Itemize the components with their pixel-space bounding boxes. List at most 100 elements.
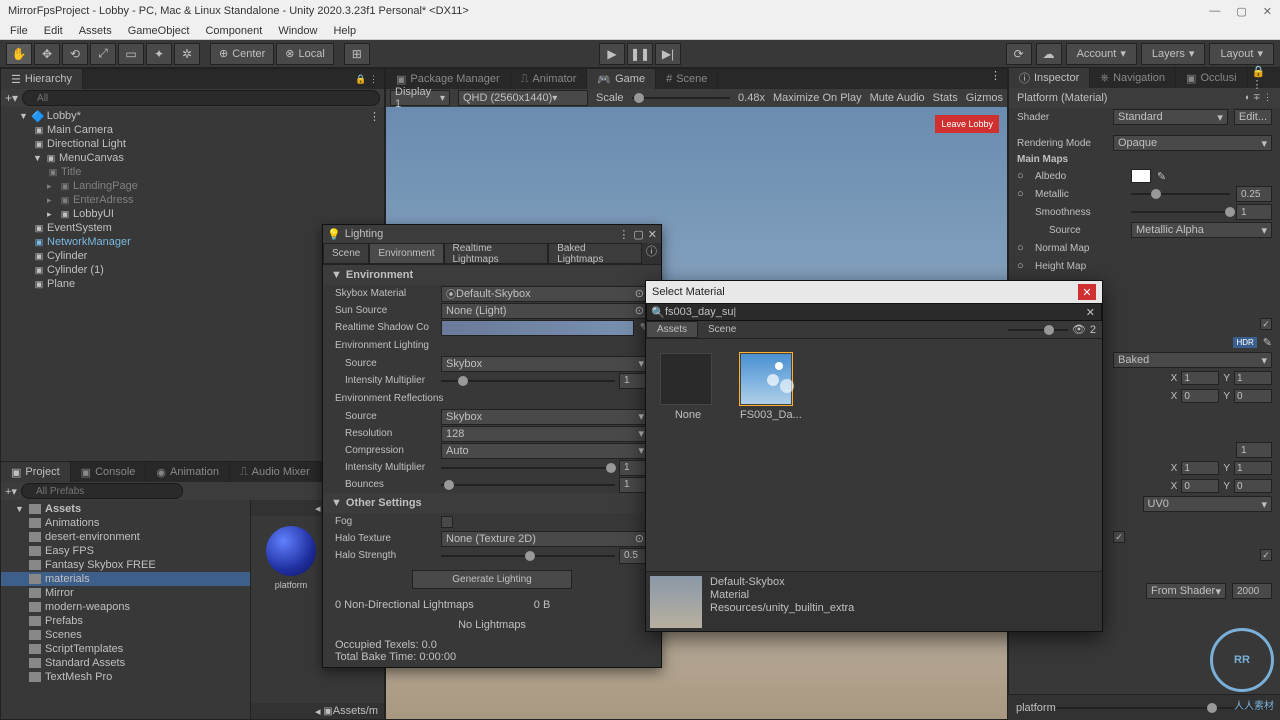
hier-main-camera[interactable]: ▣Main Camera	[1, 123, 384, 137]
other-section[interactable]: ▼Other Settings	[323, 493, 661, 513]
rect-tool[interactable]: ▭	[118, 43, 144, 65]
hier-menucanvas[interactable]: ▼▣MenuCanvas	[1, 151, 384, 165]
menu-gameobject[interactable]: GameObject	[122, 25, 196, 37]
pivot-toggle[interactable]: ⊕Center	[210, 43, 274, 65]
console-tab[interactable]: ▣ Console	[71, 462, 147, 482]
inspector-tab[interactable]: ⓘ Inspector	[1009, 68, 1090, 88]
lighting-titlebar[interactable]: 💡 Lighting ⋮▢✕	[323, 225, 661, 243]
cloud-button[interactable]: ☁	[1036, 43, 1062, 65]
refl-comp[interactable]: Auto▾	[441, 443, 649, 459]
tiling-x[interactable]	[1181, 371, 1219, 385]
leave-lobby-button[interactable]: Leave Lobby	[935, 115, 999, 133]
menu-file[interactable]: File	[4, 25, 34, 37]
checkbox-1[interactable]: ✓	[1260, 318, 1272, 330]
hier-title[interactable]: ▣Title	[1, 165, 384, 179]
tree-stdassets[interactable]: Standard Assets	[1, 656, 250, 670]
tree-tmp[interactable]: TextMesh Pro	[1, 670, 250, 684]
tree-scripttpl[interactable]: ScriptTemplates	[1, 642, 250, 656]
tree-assets[interactable]: ▼Assets	[1, 502, 250, 516]
zoom-slider[interactable]	[1008, 329, 1068, 331]
step-button[interactable]: ▶|	[655, 43, 681, 65]
picker-icon[interactable]: ✎	[1157, 170, 1166, 183]
move-tool[interactable]: ✥	[34, 43, 60, 65]
select-material-titlebar[interactable]: Select Material ✕	[646, 281, 1102, 303]
hier-lobbyui[interactable]: ▸▣LobbyUI	[1, 207, 384, 221]
source-dropdown[interactable]: Metallic Alpha▾	[1131, 222, 1272, 238]
navigation-tab[interactable]: ⎈ Navigation	[1090, 68, 1176, 88]
animation-tab[interactable]: ◉ Animation	[146, 462, 230, 482]
asset-platform[interactable]: platform	[261, 526, 321, 590]
hier-directional-light[interactable]: ▣Directional Light	[1, 137, 384, 151]
scale-tool[interactable]: ⤢	[90, 43, 116, 65]
shadow-color[interactable]	[441, 320, 634, 336]
maximize-button[interactable]: ▢	[1236, 5, 1246, 18]
layers-dropdown[interactable]: Layers▾	[1141, 43, 1206, 65]
fog-checkbox[interactable]	[441, 516, 453, 528]
skybox-field[interactable]: ⦿ Default-Skybox⊙	[441, 286, 649, 302]
uv-drop[interactable]: UV0▾	[1143, 496, 1273, 512]
refl-res[interactable]: 128▾	[441, 426, 649, 442]
hand-tool[interactable]: ✋	[6, 43, 32, 65]
hier-enteradress[interactable]: ▸▣EnterAdress	[1, 193, 384, 207]
close-picker-button[interactable]: ✕	[1078, 284, 1096, 300]
clear-search[interactable]: ✕	[1086, 306, 1095, 319]
material-fs003[interactable]: FS003_Da...	[740, 353, 796, 421]
halo-tex[interactable]: None (Texture 2D)⊙	[441, 531, 649, 547]
resolution-dropdown[interactable]: QHD (2560x1440) ▾	[458, 90, 588, 106]
tab-game[interactable]: 🎮 Game	[587, 69, 656, 89]
tree-prefabs[interactable]: Prefabs	[1, 614, 250, 628]
maximize-toggle[interactable]: Maximize On Play	[773, 92, 862, 104]
tab-scene[interactable]: # Scene	[656, 69, 718, 89]
sm-tab-assets[interactable]: Assets	[646, 321, 698, 338]
refl-intensity[interactable]	[441, 467, 615, 469]
generate-lighting-button[interactable]: Generate Lighting	[412, 570, 572, 589]
sm-tab-scene[interactable]: Scene	[698, 321, 746, 338]
tree-skybox[interactable]: Fantasy Skybox FREE	[1, 558, 250, 572]
eye-icon[interactable]: 👁	[1072, 323, 1086, 336]
bounces-slider[interactable]	[441, 484, 615, 486]
minimize-button[interactable]: —	[1209, 5, 1220, 18]
create-button[interactable]: +▾	[5, 91, 18, 105]
ltab-realtime[interactable]: Realtime Lightmaps	[444, 243, 549, 264]
close-button[interactable]: ✕	[1263, 5, 1272, 18]
snap-toggle[interactable]: ⊞	[344, 43, 370, 65]
halo-slider[interactable]	[441, 555, 615, 557]
rotate-tool[interactable]: ⟲	[62, 43, 88, 65]
menu-assets[interactable]: Assets	[73, 25, 118, 37]
material-none[interactable]: None	[660, 353, 716, 421]
collab-button[interactable]: ⟳	[1006, 43, 1032, 65]
offset-x[interactable]	[1181, 389, 1219, 403]
material-search[interactable]: 🔍 fs003_day_su| ✕	[646, 303, 1102, 321]
scale-slider[interactable]	[632, 97, 731, 99]
rendermode-dropdown[interactable]: Opaque▾	[1113, 135, 1272, 151]
mute-toggle[interactable]: Mute Audio	[870, 92, 925, 104]
hierarchy-search[interactable]	[22, 90, 380, 106]
project-tab[interactable]: ▣ Project	[1, 462, 71, 482]
menu-edit[interactable]: Edit	[38, 25, 69, 37]
tree-animations[interactable]: Animations	[1, 516, 250, 530]
tree-scenes[interactable]: Scenes	[1, 628, 250, 642]
hier-landingpage[interactable]: ▸▣LandingPage	[1, 179, 384, 193]
edit-button[interactable]: Edit...	[1234, 109, 1272, 125]
ltab-baked[interactable]: Baked Lightmaps	[548, 243, 642, 264]
custom-tool[interactable]: ✲	[174, 43, 200, 65]
occlusion-tab[interactable]: ▣ Occlusi	[1176, 68, 1247, 88]
sun-field[interactable]: None (Light)⊙	[441, 303, 649, 319]
gizmos-toggle[interactable]: Gizmos	[966, 92, 1003, 104]
layout-dropdown[interactable]: Layout▾	[1209, 43, 1274, 65]
baked-drop[interactable]: Baked▾	[1113, 352, 1272, 368]
pause-button[interactable]: ❚❚	[627, 43, 653, 65]
albedo-color[interactable]	[1131, 169, 1151, 183]
menu-help[interactable]: Help	[327, 25, 362, 37]
env-section[interactable]: ▼Environment	[323, 265, 661, 285]
menu-window[interactable]: Window	[272, 25, 323, 37]
audiomixer-tab[interactable]: ⎍ Audio Mixer	[230, 462, 321, 482]
play-button[interactable]: ▶	[599, 43, 625, 65]
stats-toggle[interactable]: Stats	[933, 92, 958, 104]
tree-mirror[interactable]: Mirror	[1, 586, 250, 600]
shader-dropdown[interactable]: Standard▾	[1113, 109, 1228, 125]
menu-component[interactable]: Component	[199, 25, 268, 37]
tree-easyfps[interactable]: Easy FPS	[1, 544, 250, 558]
tree-materials[interactable]: materials	[1, 572, 250, 586]
project-create[interactable]: +▾	[5, 485, 17, 498]
